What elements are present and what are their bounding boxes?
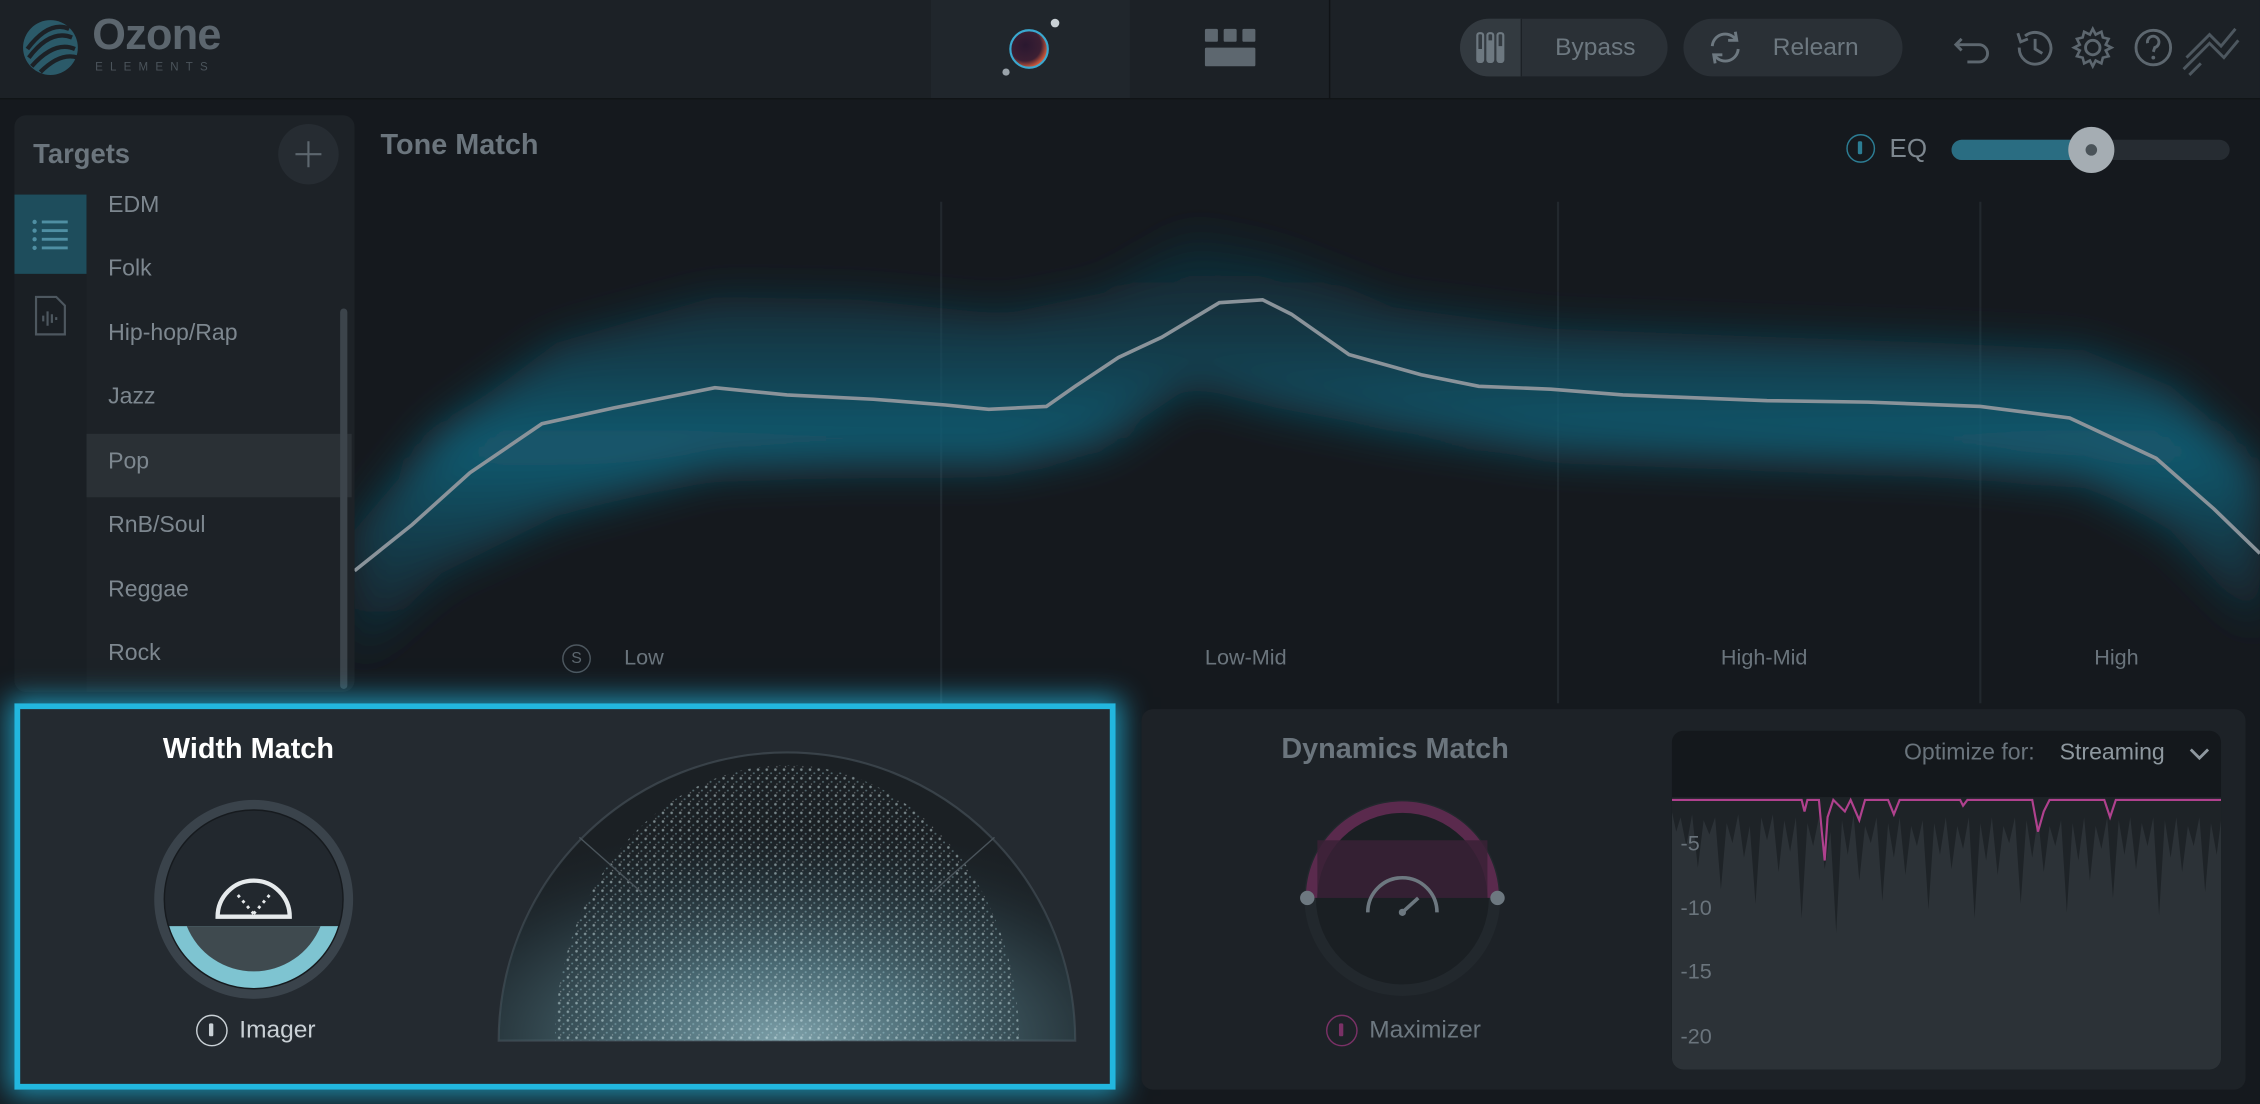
eq-label: EQ <box>1889 134 1928 163</box>
tone-match-title: Tone Match <box>380 129 539 162</box>
logo-text: Ozone <box>92 11 221 60</box>
list-item-label: EDM <box>108 193 160 218</box>
db-tick-label: -10 <box>1680 896 1712 921</box>
eq-slider-thumb[interactable] <box>2067 126 2114 173</box>
imager-enable-toggle[interactable] <box>196 1014 228 1047</box>
optimize-for-value: Streaming <box>2059 740 2165 766</box>
logo-subtitle: ELEMENTS <box>95 60 215 74</box>
genre-list-tab[interactable] <box>14 194 87 274</box>
bypass-button[interactable]: Bypass <box>1460 18 1668 77</box>
loudness-waveform <box>1671 797 2222 1070</box>
plus-icon <box>295 141 322 168</box>
list-item-label: Reggae <box>108 577 189 603</box>
izotope-logo-icon[interactable] <box>2181 20 2242 81</box>
db-tick-label: -20 <box>1680 1024 1712 1050</box>
maximizer-enable-toggle[interactable] <box>1325 1014 1358 1047</box>
list-item-label: Jazz <box>108 384 156 410</box>
list-scrollbar[interactable] <box>340 308 348 689</box>
eq-amount-slider[interactable] <box>1951 126 2230 173</box>
tone-match-graph <box>354 201 2260 704</box>
tab-assistant[interactable] <box>931 0 1130 99</box>
eq-enable-toggle[interactable] <box>1846 134 1876 163</box>
band-label-low: Low <box>624 645 664 671</box>
help-icon[interactable] <box>2132 26 2175 69</box>
solo-button[interactable]: S <box>562 644 591 674</box>
db-tick-label: -5 <box>1680 831 1700 857</box>
reference-file-tab[interactable] <box>14 274 86 353</box>
power-icon <box>1338 1023 1344 1037</box>
targets-panel: Targets EDM Folk Hip-hop/Rap Jazz Pop RnB/Sou… <box>14 115 355 692</box>
assistant-orb-icon <box>1002 18 1060 76</box>
list-item[interactable]: Rock <box>86 626 351 689</box>
relearn-refresh-icon <box>1710 31 1740 64</box>
list-item[interactable]: Pop <box>86 433 352 498</box>
list-item-label: Pop <box>108 449 150 475</box>
list-item-label: RnB/Soul <box>108 513 206 538</box>
ozone-logo-icon <box>23 20 79 75</box>
db-tick-label: -15 <box>1680 959 1712 985</box>
width-match-knob[interactable] <box>151 797 356 1002</box>
list-item[interactable]: Hip-hop/Rap <box>86 306 351 369</box>
tab-modules[interactable] <box>1129 0 1331 99</box>
maximizer-label: Maximizer <box>1369 1016 1481 1044</box>
undo-icon[interactable] <box>1950 26 1993 69</box>
audio-file-icon <box>34 295 66 336</box>
list-item[interactable]: EDM <box>86 177 351 240</box>
targets-title: Targets <box>33 139 131 171</box>
band-label-high-mid: High-Mid <box>1720 645 1808 671</box>
meters-toggle[interactable] <box>1460 18 1523 77</box>
list-item-label: Rock <box>108 641 161 666</box>
band-label-high: High <box>2094 645 2139 671</box>
chevron-down-icon[interactable] <box>2188 744 2211 764</box>
list-item[interactable]: Jazz <box>86 369 351 432</box>
width-match-title: Width Match <box>162 733 334 766</box>
power-icon <box>1857 141 1863 155</box>
list-icon <box>32 219 68 251</box>
add-target-button[interactable] <box>278 123 339 185</box>
history-icon[interactable] <box>2012 26 2055 69</box>
list-item-label: Folk <box>108 256 152 282</box>
dynamics-match-title: Dynamics Match <box>1281 733 1509 766</box>
bypass-label: Bypass <box>1555 33 1636 61</box>
relearn-label: Relearn <box>1772 33 1859 61</box>
imager-label: Imager <box>239 1016 316 1044</box>
list-item[interactable]: Folk <box>86 241 351 304</box>
optimize-for-label: Optimize for: <box>1903 740 2035 766</box>
list-item[interactable]: RnB/Soul <box>86 497 351 560</box>
meters-icon <box>1476 32 1505 64</box>
modules-grid-icon <box>1204 28 1256 67</box>
list-item-label: Hip-hop/Rap <box>108 321 238 346</box>
settings-gear-icon[interactable] <box>2071 25 2115 70</box>
relearn-button[interactable]: Relearn <box>1683 18 1903 77</box>
loudness-history-meter <box>1671 730 2222 1070</box>
power-icon <box>208 1023 214 1037</box>
dynamics-match-knob[interactable] <box>1297 797 1507 999</box>
band-label-low-mid: Low-Mid <box>1204 645 1287 671</box>
list-item[interactable]: Reggae <box>86 562 351 625</box>
stereo-vectorscope <box>497 751 1077 1042</box>
